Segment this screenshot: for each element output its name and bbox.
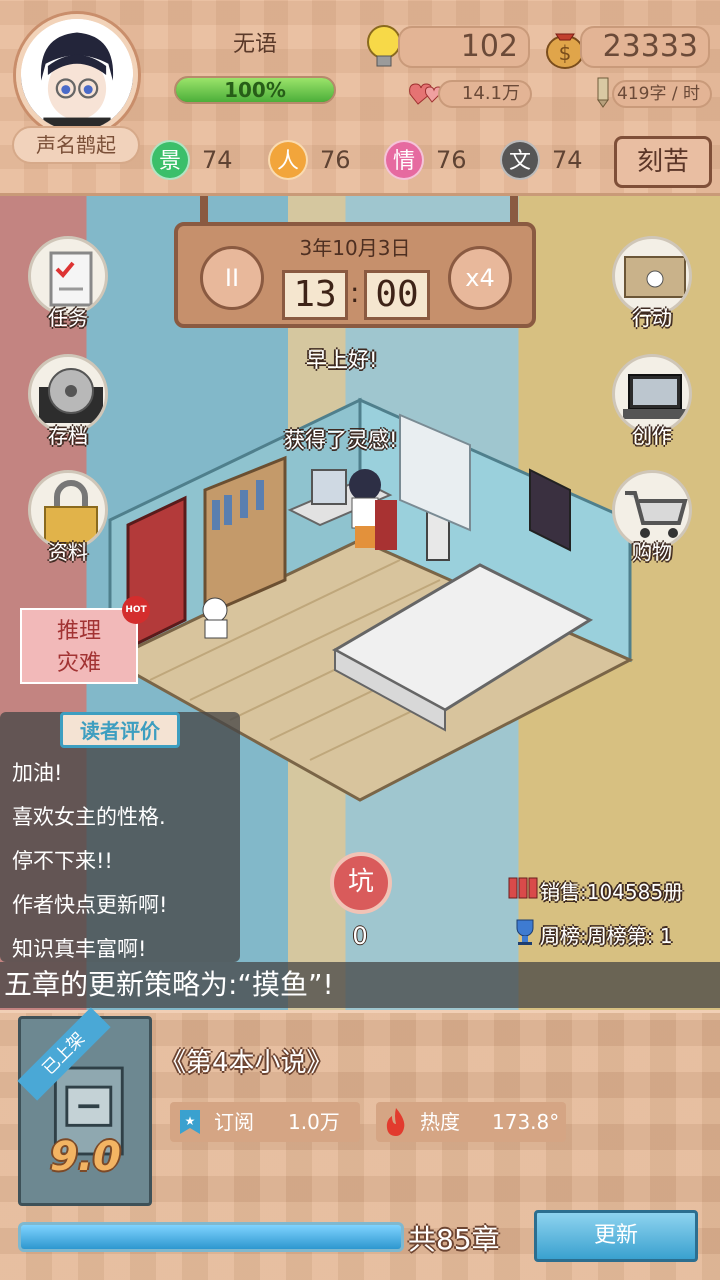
create-button[interactable]: 创作 bbox=[610, 354, 694, 458]
energy-percent: 100% bbox=[224, 78, 286, 102]
stat-scene-value: 74 bbox=[202, 146, 233, 174]
fans-counter: 14.1万 bbox=[438, 80, 532, 108]
profile-button[interactable]: 资料 bbox=[26, 470, 110, 574]
player-name: 无语 bbox=[232, 32, 277, 57]
subscribe-value: 1.0万 bbox=[288, 1110, 340, 1134]
chapter-progress-fill bbox=[21, 1225, 401, 1249]
clock-hour: 13 bbox=[282, 270, 348, 320]
speed-button[interactable]: x4 bbox=[448, 246, 512, 310]
trophy-icon bbox=[516, 919, 534, 945]
avatar-portrait-icon bbox=[21, 19, 133, 131]
inspiration-message: 获得了灵感! bbox=[284, 428, 398, 452]
stat-character-value: 76 bbox=[320, 146, 351, 174]
chapter-count: 共85章 bbox=[408, 1223, 500, 1256]
profile-label: 资料 bbox=[48, 540, 88, 564]
pit-count: 0 bbox=[352, 922, 368, 950]
save-button[interactable]: 存档 bbox=[26, 354, 110, 458]
pencil-icon bbox=[597, 77, 609, 108]
update-button[interactable]: 更新 bbox=[534, 1210, 698, 1262]
update-strategy-banner: 五章的更新策略为:“摸鱼”! bbox=[0, 962, 720, 1008]
fire-icon bbox=[386, 1108, 405, 1136]
bookmark-star-icon: ★ bbox=[180, 1110, 200, 1134]
fame-rank-badge: 声名鹊起 bbox=[12, 126, 140, 164]
comment-list: 加油! 喜欢女主的性格. 停不下来!! 作者快点更新啊! 知识真丰富啊! bbox=[12, 760, 238, 980]
energy-bar: 100% bbox=[174, 76, 336, 104]
save-label: 存档 bbox=[48, 424, 88, 448]
money-counter: 23333 bbox=[580, 26, 710, 68]
create-label: 创作 bbox=[632, 424, 672, 448]
stat-character-icon: 人 bbox=[268, 140, 308, 180]
subscribe-label: 订阅 bbox=[214, 1110, 254, 1134]
comment-item: 喜欢女主的性格. bbox=[12, 805, 166, 829]
task-label: 任务 bbox=[48, 306, 88, 330]
stat-emotion-value: 76 bbox=[436, 146, 467, 174]
stat-emotion-icon: 情 bbox=[384, 140, 424, 180]
svg-text:★: ★ bbox=[185, 1114, 196, 1128]
clock-panel: 3年10月3日 II 13 : 00 x4 bbox=[174, 222, 536, 328]
greeting-message: 早上好! bbox=[306, 348, 378, 372]
sales-count: 销售:104585册 bbox=[540, 880, 684, 904]
action-button[interactable]: 行动 bbox=[610, 236, 694, 340]
weekly-rank: 周榜:周榜第: 1 bbox=[540, 924, 673, 948]
svg-text:$: $ bbox=[559, 41, 572, 65]
clock-colon: : bbox=[350, 276, 360, 309]
clock-minute: 00 bbox=[364, 270, 430, 320]
comment-item: 作者快点更新啊! bbox=[12, 893, 168, 917]
stat-scene-icon: 景 bbox=[150, 140, 190, 180]
shop-label: 购物 bbox=[632, 540, 672, 564]
comment-item: 加油! bbox=[12, 761, 63, 785]
book-title: 《第4本小说》 bbox=[160, 1048, 333, 1078]
stat-writing-icon: 文 bbox=[500, 140, 540, 180]
hot-badge: HOT bbox=[122, 596, 150, 624]
player-avatar[interactable] bbox=[16, 14, 138, 136]
shop-button[interactable]: 购物 bbox=[610, 470, 694, 574]
event-label-line2: 灾难 bbox=[56, 651, 101, 676]
chapter-progress-bar bbox=[18, 1222, 404, 1252]
inspiration-counter: 102 bbox=[398, 26, 530, 68]
writing-speed: 419字 / 时 bbox=[612, 80, 712, 108]
heat-pill: 热度 173.8° bbox=[376, 1102, 566, 1142]
books-icon bbox=[508, 877, 538, 899]
subscribe-pill: ★ 订阅 1.0万 bbox=[170, 1102, 360, 1142]
heat-label: 热度 bbox=[420, 1110, 460, 1134]
heat-value: 173.8° bbox=[492, 1110, 560, 1134]
reader-comments-title: 读者评价 bbox=[60, 712, 180, 748]
book-score: 9.0 bbox=[50, 1134, 121, 1180]
hard-work-button[interactable]: 刻苦 bbox=[614, 136, 712, 188]
action-label: 行动 bbox=[632, 306, 672, 330]
pit-button[interactable]: 坑 bbox=[330, 852, 392, 914]
comment-item: 停不下来!! bbox=[12, 849, 113, 873]
event-button[interactable]: 推理 灾难 bbox=[20, 608, 138, 684]
task-button[interactable]: 任务 bbox=[26, 236, 110, 340]
event-label-line1: 推理 bbox=[56, 619, 101, 644]
pause-button[interactable]: II bbox=[200, 246, 264, 310]
stat-writing-value: 74 bbox=[552, 146, 583, 174]
